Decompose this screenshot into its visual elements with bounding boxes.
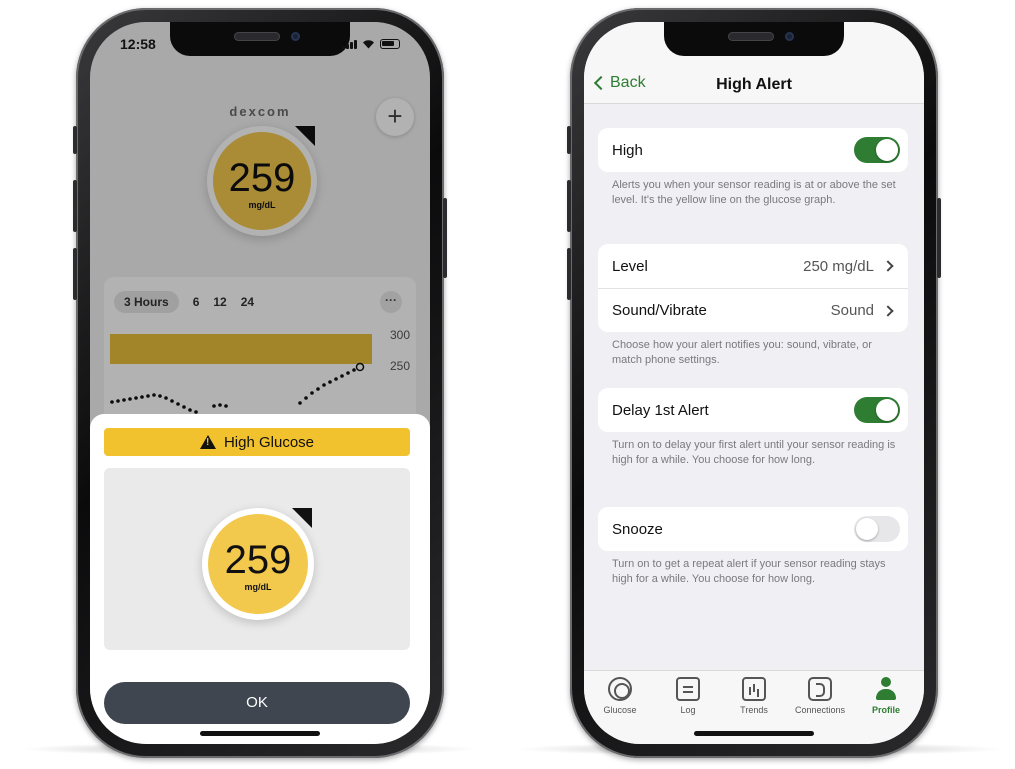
tab-log-label: Log: [680, 705, 696, 715]
alert-glucose-gauge: 259 mg/dL: [208, 508, 312, 614]
notch: [664, 22, 844, 56]
log-icon: [676, 677, 700, 701]
high-note: Alerts you when your sensor reading is a…: [612, 179, 896, 206]
high-toggle[interactable]: [854, 137, 900, 163]
delay-row: Delay 1st Alert: [598, 388, 908, 432]
snooze-row: Snooze: [598, 507, 908, 551]
notch: [170, 22, 350, 56]
tab-profile-label: Profile: [871, 705, 900, 715]
trends-icon: [742, 677, 766, 701]
sound-vibrate-row[interactable]: Sound/Vibrate Sound: [598, 288, 908, 332]
delay-toggle[interactable]: [854, 397, 900, 423]
signal-icon: [342, 40, 357, 49]
wifi-icon: [363, 40, 374, 49]
home-indicator[interactable]: [694, 731, 814, 736]
delay-setting-card: Delay 1st Alert: [598, 388, 908, 432]
tab-connections-label: Connections: [794, 705, 846, 715]
glucose-icon: [608, 677, 632, 701]
tab-profile[interactable]: Profile: [852, 677, 920, 715]
alert-reading-panel: 259 mg/dL: [104, 468, 410, 650]
level-row[interactable]: Level 250 mg/dL: [598, 244, 908, 288]
delay-note: Turn on to delay your first alert until …: [612, 439, 896, 466]
tab-glucose-label: Glucose: [603, 705, 637, 715]
connections-icon: [808, 677, 832, 701]
level-label: Level: [612, 257, 648, 275]
high-setting-card: High: [598, 128, 908, 172]
tab-log[interactable]: Log: [654, 677, 722, 715]
snooze-label: Snooze: [612, 520, 663, 538]
battery-icon: [380, 39, 400, 49]
home-indicator[interactable]: [200, 731, 320, 736]
level-sound-card: Level 250 mg/dL Sound/Vibrate Sound: [598, 244, 908, 332]
screen-glucose: 12:58 dexcom + 259 mg/dL 3 Hours 6 12 24…: [90, 22, 430, 744]
phone-left: 12:58 dexcom + 259 mg/dL 3 Hours 6 12 24…: [73, 8, 447, 758]
status-icons: [342, 39, 400, 49]
sound-vibrate-value: Sound: [830, 302, 874, 319]
alert-banner: High Glucose: [104, 428, 410, 456]
snooze-note: Turn on to get a repeat alert if your se…: [612, 558, 886, 585]
chevron-right-icon: [882, 260, 894, 272]
snooze-setting-card: Snooze: [598, 507, 908, 551]
level-value: 250 mg/dL: [803, 257, 874, 275]
high-label: High: [612, 141, 643, 159]
status-time: 12:58: [120, 36, 156, 52]
sound-note: Choose how your alert notifies you: soun…: [612, 339, 872, 366]
ok-button[interactable]: OK: [104, 682, 410, 724]
alert-glucose-unit: mg/dL: [244, 582, 272, 592]
tab-glucose[interactable]: Glucose: [586, 677, 654, 715]
tab-connections[interactable]: Connections: [786, 677, 854, 715]
profile-icon: [874, 677, 898, 701]
high-glucose-alert-sheet: High Glucose 259 mg/dL OK: [90, 414, 430, 744]
high-row: High: [598, 128, 908, 172]
screen-high-alert-settings: Back High Alert High Alerts you when you…: [584, 22, 924, 744]
alert-title: High Glucose: [223, 433, 315, 451]
sound-vibrate-label: Sound/Vibrate: [612, 302, 707, 319]
phone-right: Back High Alert High Alerts you when you…: [567, 8, 941, 758]
snooze-toggle[interactable]: [854, 516, 900, 542]
chevron-right-icon: [882, 304, 894, 317]
trend-arrow-icon: [292, 508, 312, 528]
page-title: High Alert: [716, 76, 792, 93]
warning-icon: [199, 435, 216, 449]
tab-trends[interactable]: Trends: [720, 677, 788, 715]
delay-label: Delay 1st Alert: [612, 401, 709, 419]
tab-trends-label: Trends: [740, 705, 768, 715]
